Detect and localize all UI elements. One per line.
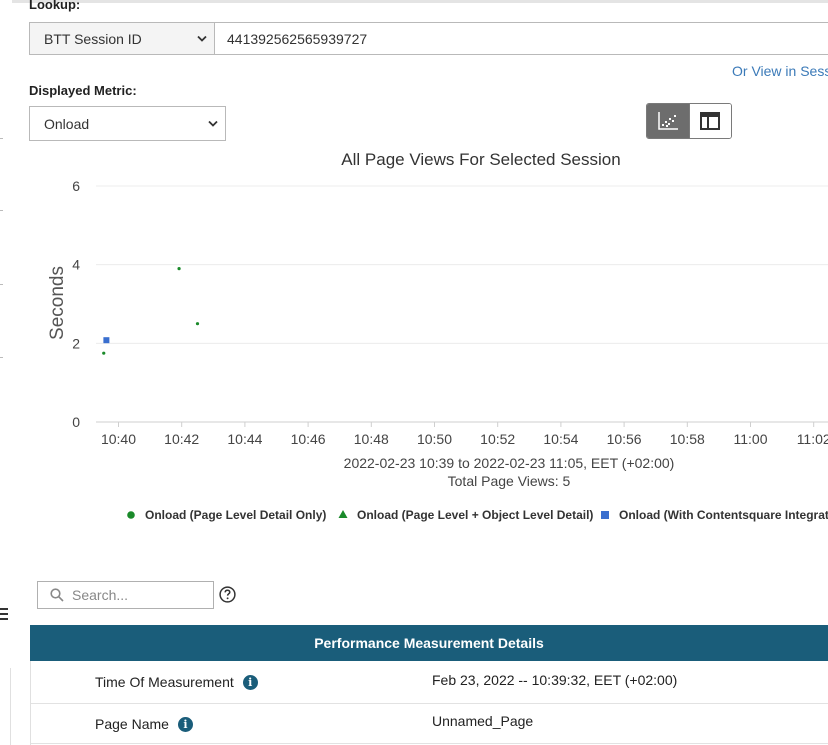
- table-view-button[interactable]: [688, 104, 731, 138]
- x-tick-label: 11:02: [797, 431, 828, 447]
- top-border: [12, 0, 828, 3]
- legend-label: Onload (With Contentsquare Integration: [619, 508, 828, 522]
- legend-label: Onload (Page Level + Object Level Detail…: [357, 508, 593, 522]
- chart-title: All Page Views For Selected Session: [341, 150, 620, 169]
- legend-marker-square: [601, 511, 609, 519]
- total-page-views: Total Page Views: 5: [448, 473, 571, 489]
- search-icon: [50, 588, 64, 602]
- scatter-chart-icon: [658, 112, 678, 130]
- table-row: Page Name i Unnamed_Page: [31, 703, 828, 744]
- metric-select[interactable]: Onload: [29, 106, 226, 141]
- legend-label: Onload (Page Level Detail Only): [145, 508, 326, 522]
- lookup-label: Lookup:: [29, 0, 81, 12]
- displayed-metric-label: Displayed Metric:: [29, 83, 137, 98]
- data-point-circle: [195, 322, 200, 326]
- y-tick-label: 2: [72, 335, 80, 351]
- table-header-title: Performance Measurement Details: [314, 635, 544, 651]
- search-field[interactable]: Search...: [37, 581, 214, 609]
- scatter-view-button[interactable]: [647, 104, 689, 138]
- legend-marker-circle: [127, 511, 135, 519]
- table-layout-icon: [700, 112, 721, 130]
- x-axis-label: 2022-02-23 10:39 to 2022-02-23 11:05, EE…: [344, 455, 675, 471]
- time-of-measurement-value: Feb 23, 2022 -- 10:39:32, EET (+02:00): [432, 672, 678, 688]
- y-tick-label: 0: [72, 414, 80, 430]
- row-label: Page Name i: [95, 716, 193, 732]
- y-axis-label: Seconds: [47, 266, 68, 340]
- chart-legend: Onload (Page Level Detail Only) Onload (P…: [127, 508, 828, 522]
- or-view-in-session-link[interactable]: Or View in Sess: [732, 63, 828, 79]
- data-point-circle: [177, 267, 181, 271]
- x-tick-label: 10:42: [164, 431, 199, 447]
- time-of-measurement-label: Time Of Measurement: [95, 674, 234, 690]
- data-point-square: [103, 337, 110, 344]
- page-name-value: Unnamed_Page: [432, 713, 534, 729]
- help-icon[interactable]: [219, 586, 236, 603]
- table-row: Time Of Measurement i Feb 23, 2022 -- 10…: [31, 661, 828, 704]
- lookup-type-value: BTT Session ID: [44, 30, 142, 47]
- chevron-down-icon: [197, 35, 207, 42]
- x-tick-label: 10:58: [670, 431, 705, 447]
- data-point-circle: [102, 351, 106, 355]
- x-axis-ticks: 10:40 10:42 10:44 10:46 10:48 10:50 10:52 10:54…: [101, 422, 828, 447]
- view-toggle: [646, 103, 732, 139]
- session-id-input[interactable]: 441392562565939727: [214, 22, 828, 55]
- panel-divider: [10, 668, 11, 745]
- page-views-chart: All Page Views For Selected Session 0 2 4 6…: [47, 150, 828, 522]
- x-tick-label: 10:50: [417, 431, 452, 447]
- row-label: Time Of Measurement i: [95, 674, 258, 690]
- metric-selected-value: Onload: [44, 115, 90, 132]
- menu-icon[interactable]: [0, 608, 8, 620]
- legend-marker-triangle: [338, 510, 348, 518]
- info-icon[interactable]: i: [177, 716, 193, 732]
- lookup-type-select[interactable]: BTT Session ID: [29, 22, 215, 55]
- x-tick-label: 10:56: [607, 431, 642, 447]
- x-tick-label: 10:52: [480, 431, 515, 447]
- y-tick-label: 4: [72, 257, 80, 273]
- session-id-value: 441392562565939727: [227, 30, 368, 47]
- chart-grid: [96, 185, 828, 423]
- x-tick-label: 10:40: [101, 431, 136, 447]
- left-edge-tick: [0, 138, 3, 139]
- chevron-down-icon: [208, 120, 218, 127]
- search-placeholder: Search...: [72, 587, 129, 603]
- table-header: Performance Measurement Details: [30, 625, 828, 661]
- y-tick-label: 6: [72, 178, 80, 194]
- info-icon[interactable]: i: [242, 674, 258, 690]
- details-table: Time Of Measurement i Feb 23, 2022 -- 10…: [30, 661, 828, 745]
- chart-points: [102, 267, 200, 355]
- x-tick-label: 10:48: [354, 431, 389, 447]
- page-name-label: Page Name: [95, 716, 169, 732]
- x-tick-label: 11:00: [734, 431, 768, 447]
- x-tick-label: 10:44: [227, 431, 262, 447]
- x-tick-label: 10:46: [291, 431, 326, 447]
- y-axis-ticks: 0 2 4 6: [72, 178, 80, 430]
- x-tick-label: 10:54: [543, 431, 578, 447]
